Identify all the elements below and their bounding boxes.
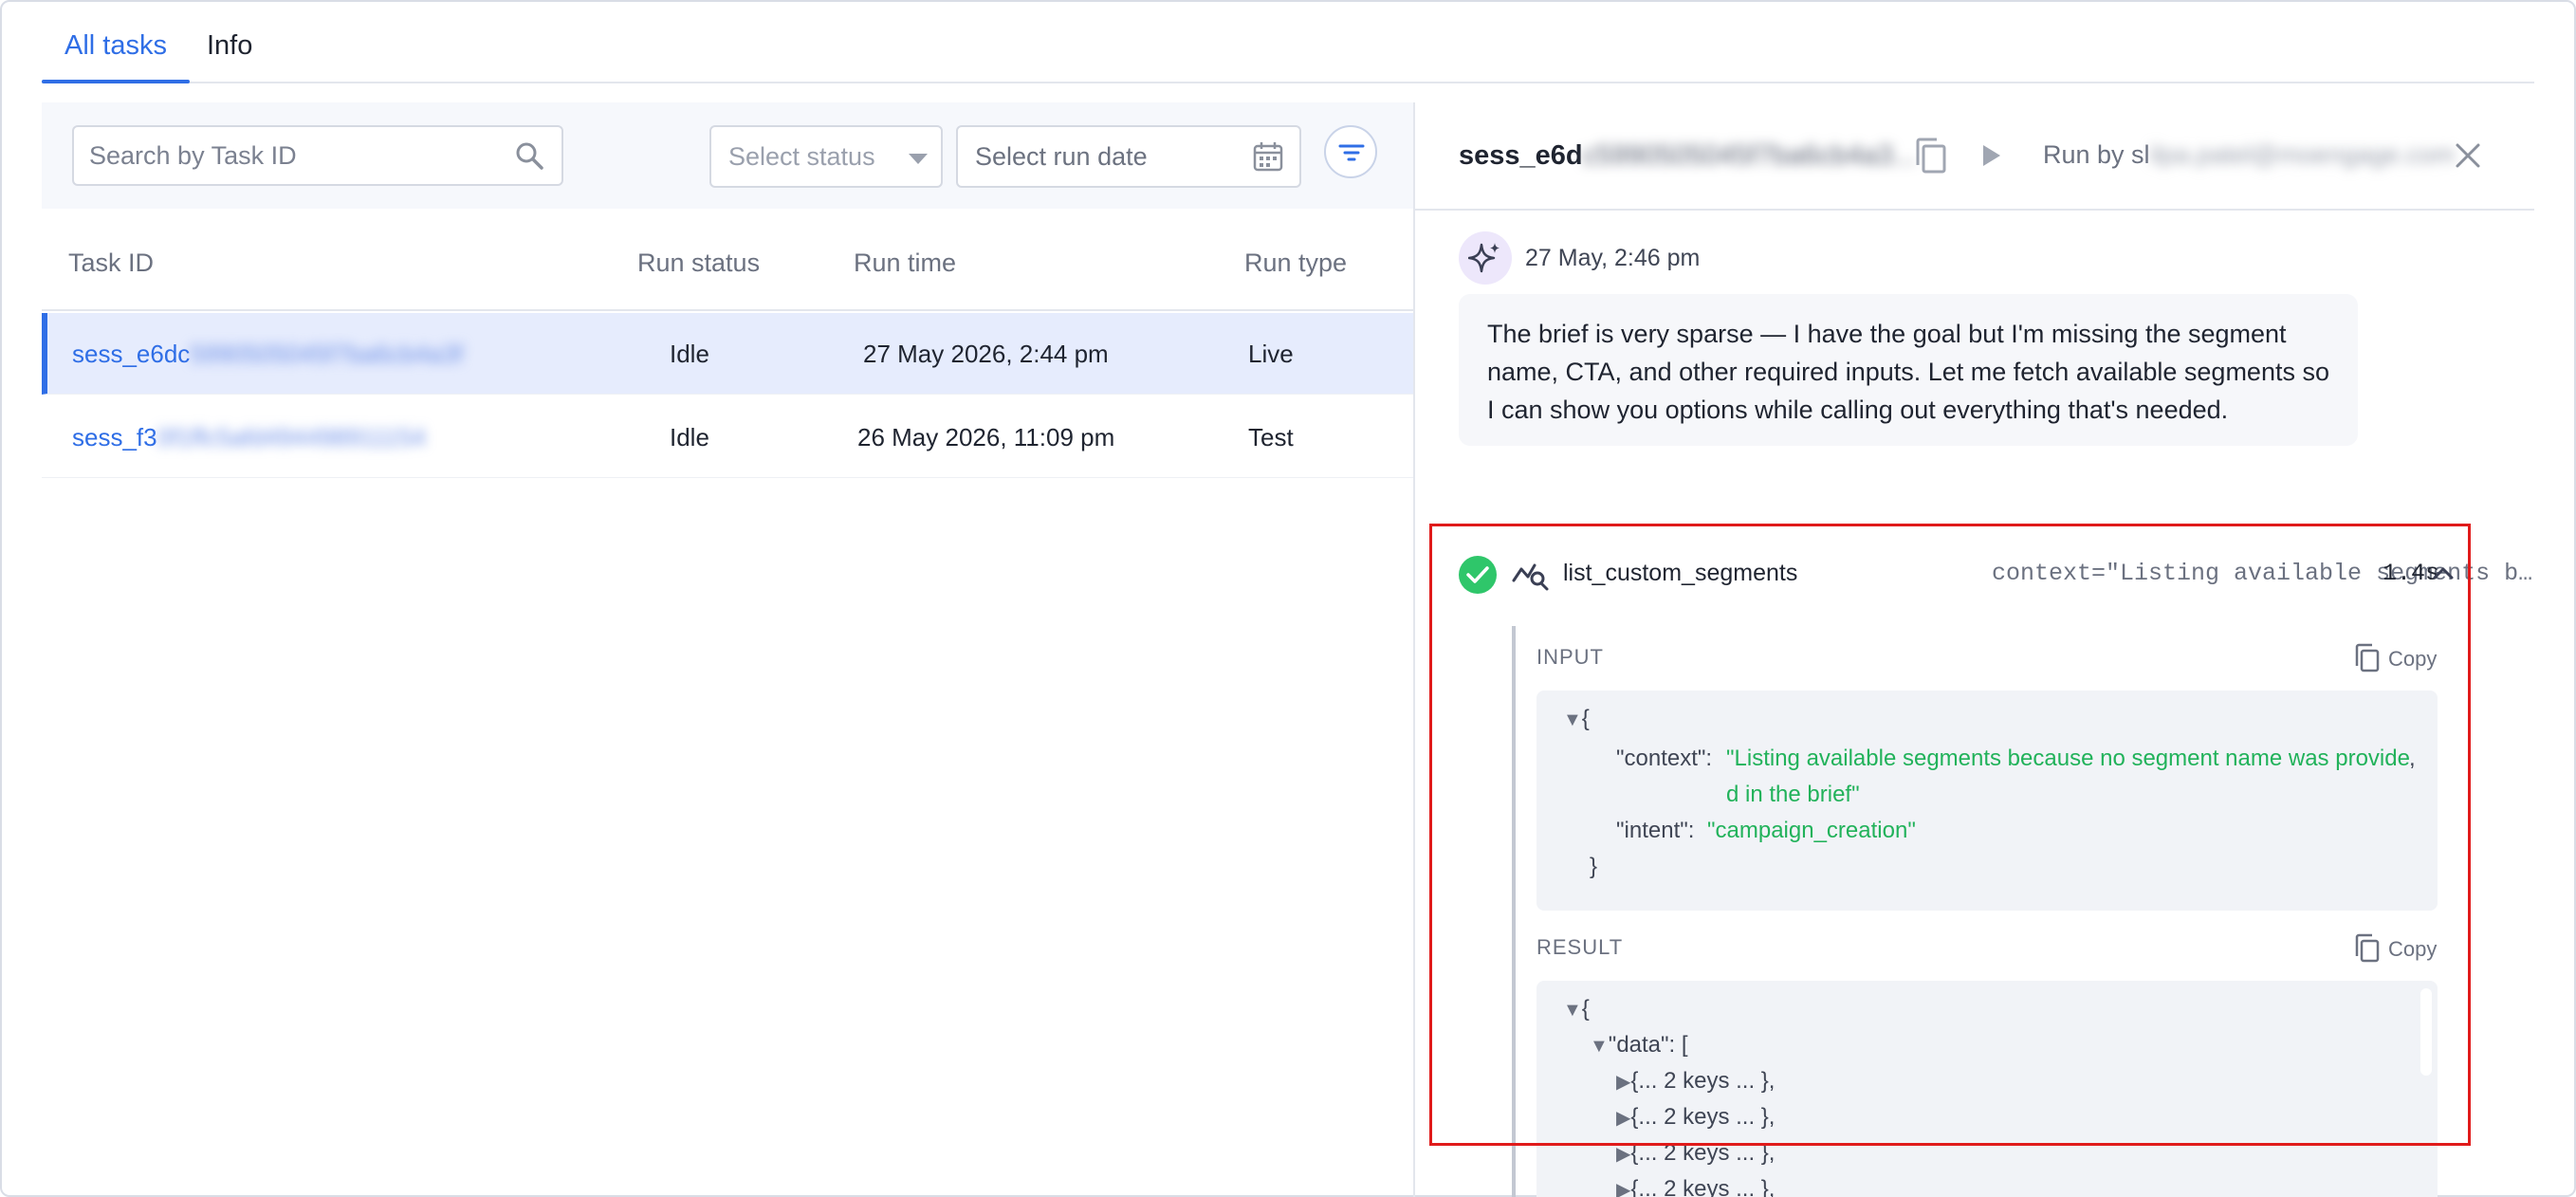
json-collapsed-item[interactable]: ▶{... 2 keys ... }, — [1616, 1104, 1775, 1131]
search-input[interactable] — [89, 137, 497, 175]
close-icon[interactable] — [2453, 140, 2483, 171]
column-header-run-status[interactable]: Run status — [637, 249, 760, 278]
tool-detail-rail — [1512, 626, 1516, 1197]
run-time: 26 May 2026, 11:09 pm — [857, 423, 1115, 451]
run-type: Test — [1248, 423, 1294, 451]
status-select-placeholder: Select status — [728, 142, 875, 171]
json-toggle[interactable]: ▼{ — [1563, 996, 1590, 1022]
table-row[interactable]: sess_f30f1ffc5afd494498911154 Idle 26 Ma… — [42, 396, 1413, 478]
json-collapsed-item[interactable]: ▶{... 2 keys ... }, — [1616, 1068, 1775, 1095]
run-time: 27 May 2026, 2:44 pm — [863, 340, 1109, 368]
json-string: "Listing available segments because no s… — [1726, 746, 2410, 771]
copy-icon — [2355, 643, 2380, 672]
result-label: RESULT — [1536, 935, 1624, 959]
chart-search-icon — [1512, 563, 1549, 591]
copy-icon — [2355, 933, 2380, 963]
copy-label: Copy — [2388, 647, 2438, 671]
tab-all-tasks[interactable]: All tasks — [42, 28, 190, 83]
run-status: Idle — [670, 340, 709, 368]
task-list-pane: Select status Select run date — [42, 102, 1413, 1197]
sparkle-icon — [1468, 243, 1500, 273]
assistant-avatar — [1459, 231, 1512, 285]
json-toggle[interactable]: ▼{ — [1563, 706, 1590, 732]
task-id-link[interactable]: sess_f30f1ffc5afd494498911154 — [72, 423, 426, 452]
play-icon[interactable] — [1977, 140, 2005, 171]
column-header-run-type[interactable]: Run type — [1244, 249, 1347, 278]
check-icon — [1466, 566, 1489, 583]
json-toggle[interactable]: ▼"data": [ — [1590, 1032, 1688, 1059]
result-json-viewer: ▼{ ▼"data": [ ▶{... 2 keys ... }, ▶{... … — [1536, 981, 2438, 1197]
filter-icon — [1338, 144, 1365, 161]
json-comma: , — [2409, 746, 2416, 771]
search-icon[interactable] — [514, 140, 544, 171]
json-line: "intent": — [1616, 818, 1695, 843]
run-type: Live — [1248, 340, 1294, 368]
run-by: Run by slilpa.patel@moengage.com — [2043, 140, 2456, 169]
detail-header: sess_e6dc5990505045f7ba6cb4a3... Run by … — [1415, 102, 2534, 211]
json-collapsed-item[interactable]: ▶{... 2 keys ... }, — [1616, 1140, 1775, 1167]
json-string: "campaign_creation" — [1707, 818, 1916, 843]
search-box[interactable] — [72, 125, 563, 186]
task-id-link[interactable]: sess_e6dc5990505045f7ba6cb4a3f — [72, 340, 463, 369]
status-select[interactable]: Select status — [709, 125, 943, 188]
message-text: The brief is very sparse — I have the go… — [1487, 320, 2329, 424]
copy-label: Copy — [2388, 937, 2438, 961]
copy-input-button[interactable]: Copy — [2354, 643, 2439, 673]
task-detail-pane: sess_e6dc5990505045f7ba6cb4a3... Run by … — [1415, 102, 2576, 1197]
assistant-message: The brief is very sparse — I have the go… — [1459, 294, 2358, 446]
calendar-icon[interactable] — [1252, 140, 1284, 173]
run-date-picker[interactable]: Select run date — [956, 125, 1301, 188]
session-id: sess_e6dc5990505045f7ba6cb4a3... — [1459, 140, 1917, 171]
tab-info[interactable]: Info — [207, 28, 252, 82]
caret-down-icon — [909, 154, 928, 164]
input-label: INPUT — [1536, 645, 1604, 669]
run-date-placeholder: Select run date — [975, 142, 1148, 171]
tool-call-block: list_custom_segments context="Listing av… — [1432, 522, 2561, 1197]
json-line: "context": — [1616, 746, 1713, 771]
json-collapsed-item[interactable]: ▶{... 2 keys ... }, — [1616, 1176, 1775, 1197]
tab-bar: All tasks Info — [42, 0, 2534, 83]
json-line: } — [1590, 854, 1598, 879]
run-status: Idle — [670, 423, 709, 451]
column-header-run-time[interactable]: Run time — [854, 249, 956, 278]
chevron-up-icon[interactable] — [2430, 562, 2456, 584]
success-status — [1459, 556, 1497, 594]
column-header-task-id[interactable]: Task ID — [68, 249, 154, 278]
input-json-viewer: ▼{ "context": "Listing available segment… — [1536, 691, 2438, 911]
tool-name: list_custom_segments — [1563, 560, 1798, 586]
copy-result-button[interactable]: Copy — [2354, 933, 2439, 964]
filter-button[interactable] — [1324, 125, 1377, 178]
scrollbar-thumb[interactable] — [2420, 988, 2432, 1076]
copy-icon[interactable] — [1914, 137, 1948, 175]
message-timestamp: 27 May, 2:46 pm — [1525, 245, 1701, 271]
json-string: d in the brief" — [1726, 782, 1860, 807]
filter-bar: Select status Select run date — [42, 102, 1413, 209]
table-row[interactable]: sess_e6dc5990505045f7ba6cb4a3f Idle 27 M… — [42, 313, 1413, 395]
